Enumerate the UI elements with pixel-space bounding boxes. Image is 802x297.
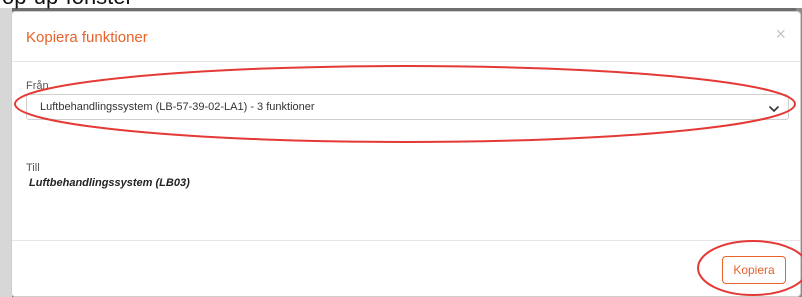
from-label: Från xyxy=(26,80,49,92)
close-icon[interactable]: × xyxy=(775,24,786,45)
modal-title: Kopiera funktioner xyxy=(26,29,148,46)
copy-functions-modal: Kopiera funktioner × Från Luftbehandling… xyxy=(11,11,801,297)
background-heading: op-up-fönster xyxy=(2,0,133,8)
modal-header: Kopiera funktioner × xyxy=(12,12,800,62)
chevron-down-icon xyxy=(769,99,779,114)
from-select[interactable]: Luftbehandlingssystem (LB-57-39-02-LA1) … xyxy=(26,94,789,120)
to-label: Till xyxy=(26,162,40,174)
from-select-value: Luftbehandlingssystem (LB-57-39-02-LA1) … xyxy=(40,101,315,113)
to-value: Luftbehandlingssystem (LB03) xyxy=(29,177,190,189)
page: op-up-fönster Kopiera funktioner × Från … xyxy=(0,0,802,297)
copy-button[interactable]: Kopiera xyxy=(722,256,786,284)
modal-footer-divider xyxy=(12,240,800,241)
